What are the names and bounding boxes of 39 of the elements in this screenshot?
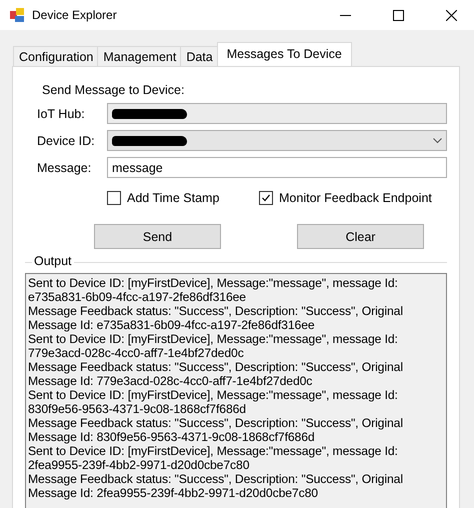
output-line: 2fea9955-239f-4bb2-9971-d20d0cbe7c80 xyxy=(28,458,250,472)
output-line: 830f9e56-9563-4371-9c08-1868cf7f686d xyxy=(28,402,247,416)
output-line: Sent to Device ID: [myFirstDevice], Message:"message", message Id: xyxy=(28,332,399,346)
input-field[interactable]: message xyxy=(107,157,447,178)
output-line: Sent to Device ID: [myFirstDevice], Message:"message", message Id: xyxy=(28,444,399,458)
output-line: Sent to Device ID: [myFirstDevice], Message:"message", message Id: xyxy=(28,388,399,402)
output-line: Message Id: 2fea9955-239f-4bb2-9971-d20d0cbe7c80 xyxy=(28,486,319,500)
section-heading: Send Message to Device: xyxy=(42,83,186,97)
checkbox-label: Monitor Feedback Endpoint xyxy=(279,191,432,205)
output-line: Message Feedback status: "Success", Description: "Success", Original xyxy=(28,360,404,374)
field-label: Message: xyxy=(36,160,92,174)
output-line: Message Id: e735a831-6b09-4fcc-a197-2fe86df316ee xyxy=(28,318,316,332)
checkbox[interactable] xyxy=(107,191,121,205)
maximize-icon xyxy=(392,10,404,20)
output-line: Message Id: 830f9e56-9563-4371-9c08-1868cf7f686d xyxy=(28,430,316,444)
dropdown[interactable] xyxy=(107,130,447,151)
field-label: Device ID: xyxy=(36,134,96,148)
tab[interactable]: Messages To Device xyxy=(216,42,352,66)
close-icon xyxy=(446,10,456,20)
output-line: Message Feedback status: "Success", Description: "Success", Original xyxy=(28,472,404,486)
check-icon xyxy=(261,193,271,203)
action-button[interactable]: Send xyxy=(94,224,221,249)
checkbox-label: Add Time Stamp xyxy=(127,191,220,205)
output-line: Message Id: 779e3acd-028c-4cc0-aff7-1e4bf27ded0c xyxy=(28,374,314,388)
tab[interactable]: Configuration xyxy=(13,46,98,66)
output-line: Sent to Device ID: [myFirstDevice], Message:"message", message Id: xyxy=(28,276,399,290)
app-icon xyxy=(9,7,25,23)
output-line: e735a831-6b09-4fcc-a197-2fe86df316ee xyxy=(28,290,247,304)
output-line: Message Feedback status: "Success", Description: "Success", Original xyxy=(28,304,404,318)
field-label: IoT Hub: xyxy=(36,106,86,120)
window-title: Device Explorer xyxy=(32,8,118,22)
input-field[interactable] xyxy=(107,103,447,124)
group-title: Output xyxy=(32,254,74,268)
checkbox[interactable] xyxy=(259,191,273,205)
tab[interactable]: Management xyxy=(97,46,182,66)
output-line: Message Feedback status: "Success", Description: "Success", Original xyxy=(28,416,404,430)
output-line: 779e3acd-028c-4cc0-aff7-1e4bf27ded0c xyxy=(28,346,245,360)
chevron-icon xyxy=(433,138,442,144)
action-button[interactable]: Clear xyxy=(297,224,424,249)
